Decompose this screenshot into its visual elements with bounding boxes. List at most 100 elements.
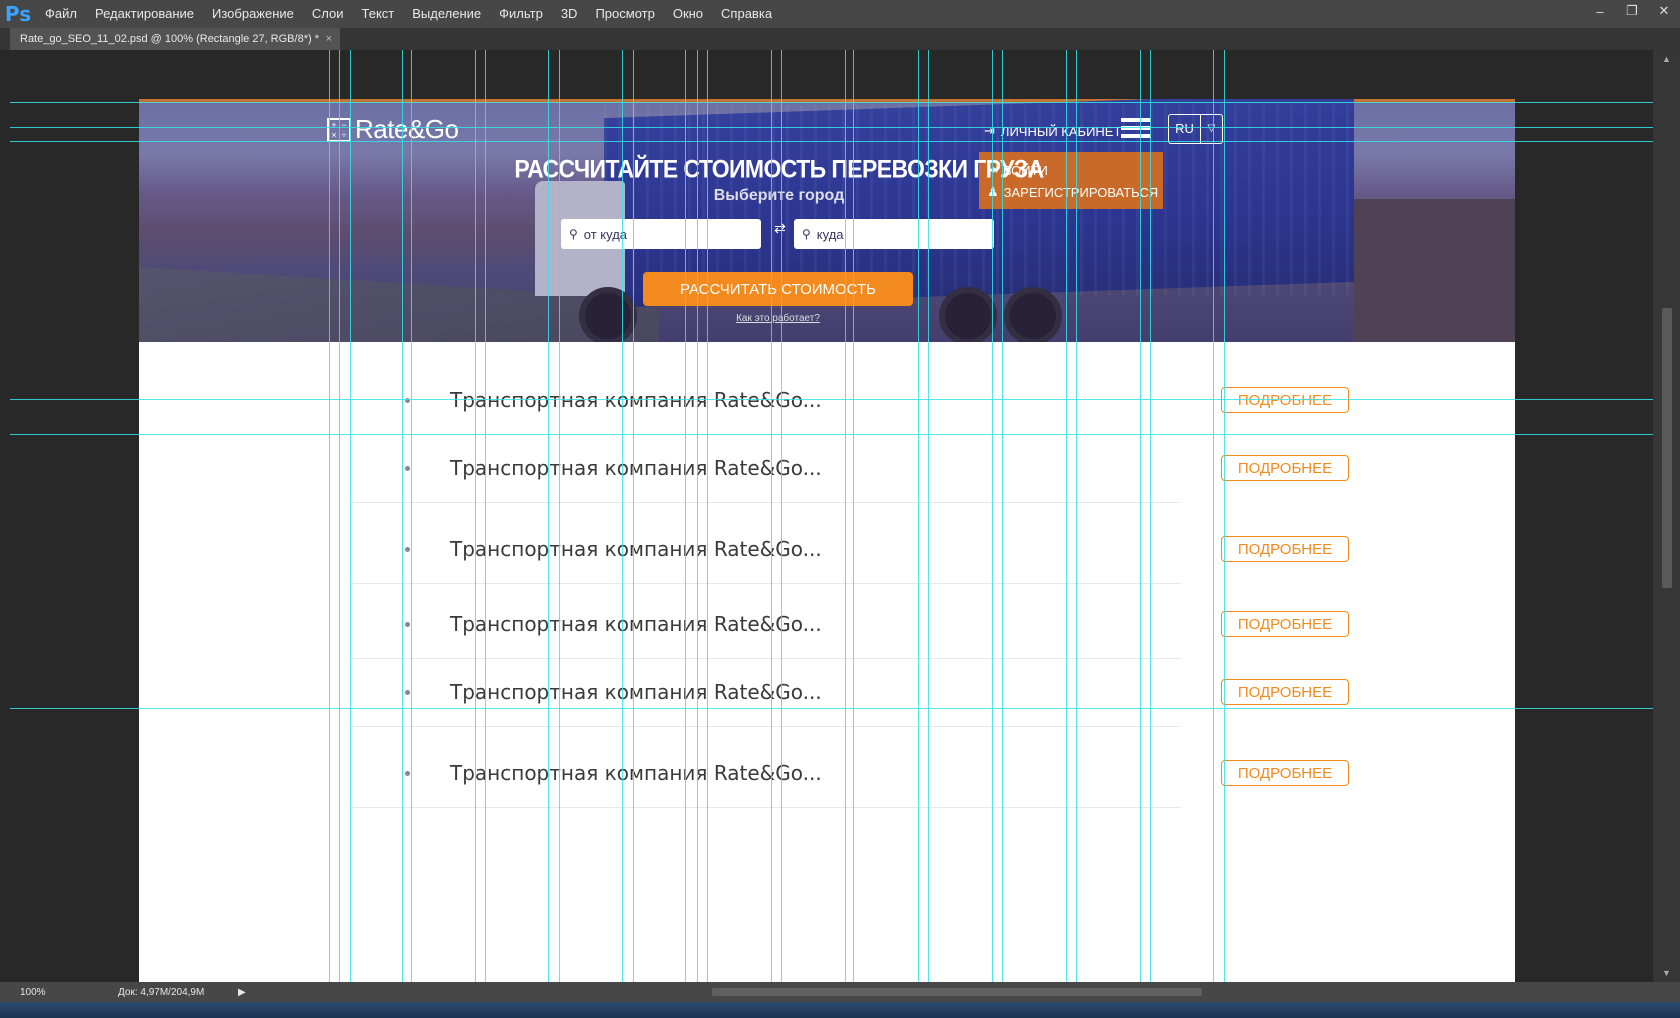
guide-line[interactable] bbox=[633, 50, 634, 982]
bullet-icon bbox=[405, 689, 410, 695]
guide-line[interactable] bbox=[1002, 50, 1003, 982]
guide-line[interactable] bbox=[1213, 50, 1214, 982]
list-item-text[interactable]: Транспортная компания Rate&Go... bbox=[450, 612, 822, 636]
list-item-text[interactable]: Транспортная компания Rate&Go... bbox=[450, 537, 822, 561]
scroll-down-icon[interactable]: ▼ bbox=[1662, 968, 1671, 978]
to-city-field[interactable]: ⚲ bbox=[794, 219, 994, 249]
guide-line[interactable] bbox=[10, 127, 1653, 128]
login-icon: ⇥ bbox=[984, 123, 995, 138]
document-tab-title: Rate_go_SEO_11_02.psd @ 100% (Rectangle … bbox=[20, 33, 319, 45]
cabinet-link[interactable]: ⇥ ЛИЧНЫЙ КАБИНЕТ bbox=[984, 123, 1121, 139]
minimize-button[interactable]: – bbox=[1584, 0, 1616, 22]
taskbar bbox=[0, 1002, 1680, 1018]
guide-line[interactable] bbox=[402, 50, 403, 982]
guide-line[interactable] bbox=[918, 50, 919, 982]
guide-line[interactable] bbox=[475, 50, 476, 982]
status-bar: 100% Док: 4,97M/204,9M ▶ bbox=[0, 982, 1680, 1002]
guide-line[interactable] bbox=[411, 50, 412, 982]
hero-section: +−×÷ Rate&Go ⇥ ЛИЧНЫЙ КАБИНЕТ RU ▽ ⇥ ВОЙ… bbox=[139, 99, 1515, 342]
details-button[interactable]: ПОДРОБНЕЕ bbox=[1221, 455, 1349, 481]
close-tab-icon[interactable]: × bbox=[326, 28, 332, 50]
artboard: +−×÷ Rate&Go ⇥ ЛИЧНЫЙ КАБИНЕТ RU ▽ ⇥ ВОЙ… bbox=[139, 50, 1515, 982]
menu-help[interactable]: Справка bbox=[712, 0, 781, 28]
location-pin-icon: ⚲ bbox=[802, 227, 811, 241]
guide-line[interactable] bbox=[622, 50, 623, 982]
guide-line[interactable] bbox=[339, 50, 340, 982]
menu-window[interactable]: Окно bbox=[664, 0, 712, 28]
menu-edit[interactable]: Редактирование bbox=[86, 0, 203, 28]
vertical-scrollbar[interactable]: ▲ ▼ bbox=[1653, 50, 1680, 982]
guide-line[interactable] bbox=[1066, 50, 1067, 982]
scroll-thumb[interactable] bbox=[712, 988, 1202, 996]
horizontal-scrollbar[interactable] bbox=[272, 986, 1652, 998]
photoshop-logo: Ps bbox=[4, 2, 32, 26]
chevron-down-icon: ▽ bbox=[1207, 123, 1216, 134]
scroll-up-icon[interactable]: ▲ bbox=[1662, 54, 1671, 64]
guide-line[interactable] bbox=[1150, 50, 1151, 982]
close-window-button[interactable]: ✕ bbox=[1648, 0, 1680, 22]
menu-filter[interactable]: Фильтр bbox=[490, 0, 552, 28]
guide-line[interactable] bbox=[1140, 50, 1141, 982]
list-item-text[interactable]: Транспортная компания Rate&Go... bbox=[450, 388, 822, 412]
guide-line[interactable] bbox=[559, 50, 560, 982]
guide-line[interactable] bbox=[485, 50, 486, 982]
guide-line[interactable] bbox=[10, 399, 1653, 400]
guide-line[interactable] bbox=[781, 50, 782, 982]
cabinet-label: ЛИЧНЫЙ КАБИНЕТ bbox=[1000, 123, 1122, 139]
list-item-text[interactable]: Транспортная компания Rate&Go... bbox=[450, 761, 822, 785]
calculate-button[interactable]: РАССЧИТАТЬ СТОИМОСТЬ bbox=[643, 272, 913, 306]
guide-line[interactable] bbox=[10, 102, 1653, 103]
guide-line[interactable] bbox=[771, 50, 772, 982]
restore-button[interactable]: ❐ bbox=[1616, 0, 1648, 22]
guide-line[interactable] bbox=[992, 50, 993, 982]
menu-text[interactable]: Текст bbox=[353, 0, 404, 28]
details-button[interactable]: ПОДРОБНЕЕ bbox=[1221, 679, 1349, 705]
list-item-text[interactable]: Транспортная компания Rate&Go... bbox=[450, 456, 822, 480]
guide-line[interactable] bbox=[707, 50, 708, 982]
details-button[interactable]: ПОДРОБНЕЕ bbox=[1221, 611, 1349, 637]
from-city-field[interactable]: ⚲ bbox=[561, 219, 761, 249]
bullet-icon bbox=[405, 621, 410, 627]
how-it-works-link[interactable]: Как это работает? bbox=[139, 313, 1417, 324]
guide-line[interactable] bbox=[10, 141, 1653, 142]
guide-line[interactable] bbox=[10, 708, 1653, 709]
document-tab[interactable]: Rate_go_SEO_11_02.psd @ 100% (Rectangle … bbox=[10, 28, 340, 50]
details-button[interactable]: ПОДРОБНЕЕ bbox=[1221, 387, 1349, 413]
guide-line[interactable] bbox=[1076, 50, 1077, 982]
hamburger-menu-icon[interactable] bbox=[1121, 118, 1151, 138]
language-select[interactable]: RU ▽ bbox=[1168, 114, 1223, 144]
swap-arrows-icon[interactable]: ⇄ bbox=[773, 221, 787, 235]
zoom-level[interactable]: 100% bbox=[0, 987, 58, 998]
menu-select[interactable]: Выделение bbox=[403, 0, 490, 28]
guide-line[interactable] bbox=[548, 50, 549, 982]
hero-title: РАССЧИТАЙТЕ СТОИМОСТЬ ПЕРЕВОЗКИ ГРУЗА bbox=[514, 154, 1044, 184]
menu-layers[interactable]: Слои bbox=[303, 0, 353, 28]
menu-3d[interactable]: 3D bbox=[552, 0, 587, 28]
guide-line[interactable] bbox=[329, 50, 330, 982]
guide-line[interactable] bbox=[845, 50, 846, 982]
menu-image[interactable]: Изображение bbox=[203, 0, 303, 28]
status-menu-arrow[interactable]: ▶ bbox=[238, 987, 246, 998]
menu-view[interactable]: Просмотр bbox=[586, 0, 663, 28]
details-button[interactable]: ПОДРОБНЕЕ bbox=[1221, 760, 1349, 786]
guide-line[interactable] bbox=[350, 50, 351, 982]
main-menu: Файл Редактирование Изображение Слои Тек… bbox=[36, 0, 781, 28]
guide-line[interactable] bbox=[853, 50, 854, 982]
from-city-input[interactable] bbox=[583, 226, 744, 242]
doc-size: Док: 4,97M/204,9M bbox=[118, 986, 205, 998]
bullet-icon bbox=[405, 465, 410, 471]
guide-line[interactable] bbox=[10, 434, 1653, 435]
scroll-thumb[interactable] bbox=[1662, 308, 1672, 588]
bullet-icon bbox=[405, 546, 410, 552]
guide-line[interactable] bbox=[697, 50, 698, 982]
artboard-top-margin bbox=[139, 50, 1515, 99]
menu-file[interactable]: Файл bbox=[36, 0, 86, 28]
to-city-input[interactable] bbox=[816, 226, 977, 242]
details-button[interactable]: ПОДРОБНЕЕ bbox=[1221, 536, 1349, 562]
guide-line[interactable] bbox=[685, 50, 686, 982]
location-pin-icon: ⚲ bbox=[569, 227, 578, 241]
guide-line[interactable] bbox=[928, 50, 929, 982]
hero-subtitle: Выберите город bbox=[713, 187, 845, 204]
guide-line[interactable] bbox=[1224, 50, 1225, 982]
list-item-text[interactable]: Транспортная компания Rate&Go... bbox=[450, 680, 822, 704]
